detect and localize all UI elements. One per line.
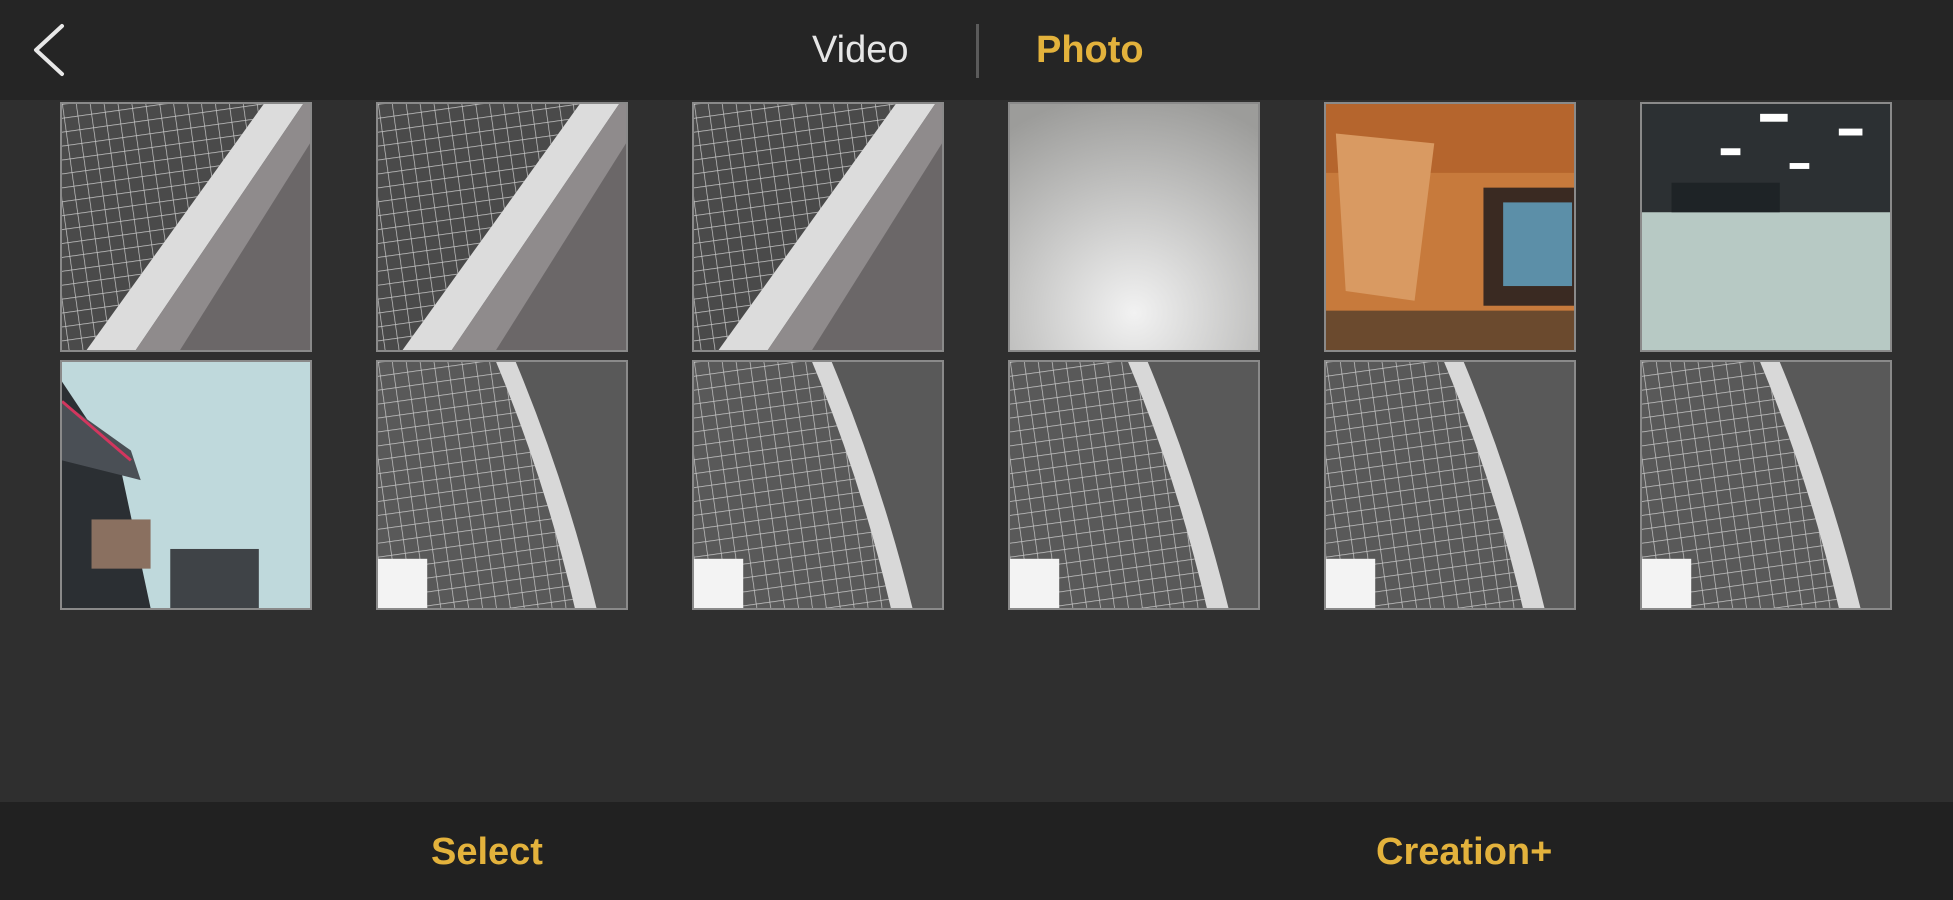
select-button[interactable]: Select — [431, 828, 543, 876]
photo-image — [378, 362, 626, 608]
photo-image — [62, 362, 310, 608]
photo-image — [1326, 362, 1574, 608]
photo-thumbnail[interactable] — [1640, 102, 1892, 352]
photo-image — [694, 104, 942, 350]
photo-thumbnail[interactable] — [376, 102, 628, 352]
photo-thumbnail[interactable] — [1324, 102, 1576, 352]
photo-image — [1326, 104, 1574, 350]
photo-image — [694, 362, 942, 608]
photo-image — [378, 104, 626, 350]
tab-divider — [976, 24, 979, 78]
photo-thumbnail[interactable] — [1324, 360, 1576, 610]
photo-image — [1010, 104, 1258, 350]
photo-thumbnail[interactable] — [1640, 360, 1892, 610]
media-type-tabs: Video Photo — [0, 0, 1953, 100]
creation-button[interactable]: Creation+ — [1376, 828, 1552, 876]
photo-image — [62, 104, 310, 350]
photo-image — [1642, 362, 1890, 608]
bottom-bar — [0, 802, 1953, 900]
photo-image — [1010, 362, 1258, 608]
photo-image — [1642, 104, 1890, 350]
photo-thumbnail[interactable] — [376, 360, 628, 610]
photo-thumbnail[interactable] — [692, 360, 944, 610]
photo-thumbnail[interactable] — [1008, 102, 1260, 352]
tab-photo[interactable]: Photo — [1036, 26, 1144, 74]
photo-thumbnail[interactable] — [60, 360, 312, 610]
photo-thumbnail[interactable] — [692, 102, 944, 352]
photo-thumbnail[interactable] — [60, 102, 312, 352]
photo-thumbnail[interactable] — [1008, 360, 1260, 610]
tab-video[interactable]: Video — [812, 26, 909, 74]
